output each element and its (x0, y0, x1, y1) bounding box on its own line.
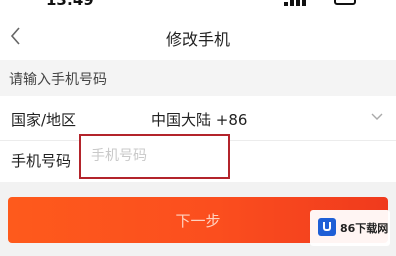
section-header-label: 请输入手机号码 (9, 72, 107, 88)
page-title: 修改手机 (165, 30, 230, 49)
country-value[interactable]: 中国大陆 +86 (151, 109, 247, 130)
signal-icon (284, 0, 306, 6)
phone-input-highlight (79, 134, 230, 179)
phone-label: 手机号码 (11, 152, 72, 170)
battery-icon (334, 0, 356, 5)
phone-number-input[interactable] (91, 145, 221, 167)
country-label: 国家/地区 (11, 111, 77, 129)
chevron-down-icon[interactable] (371, 113, 383, 121)
nav-bar: 修改手机 (0, 12, 396, 56)
watermark-text: 86下载网 (340, 222, 389, 235)
watermark-logo-icon (318, 218, 336, 236)
watermark: 86下载网 (310, 210, 390, 246)
section-header: 请输入手机号码 (0, 60, 396, 96)
status-bar: 13:49 (0, 0, 396, 8)
status-time: 13:49 (46, 0, 94, 8)
